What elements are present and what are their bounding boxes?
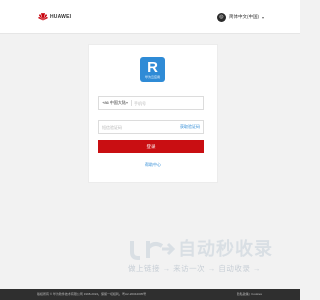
language-selector[interactable]: ◎ 简体中文(中国) ▾ xyxy=(216,12,264,22)
app-logo: R 华为云应用 xyxy=(140,57,165,82)
globe-icon: ◎ xyxy=(216,12,226,22)
watermark-logo-icon xyxy=(130,241,176,260)
huawei-logo[interactable]: HUAWEI xyxy=(38,12,71,21)
chevron-down-icon[interactable]: ▾ xyxy=(126,97,128,109)
logo-text: HUAWEI xyxy=(50,13,72,20)
watermark-slogan: 做上链接 → 来访一次 → 自动收录 → xyxy=(128,264,261,273)
sms-code-field: 获取验证码 xyxy=(98,120,204,134)
watermark: 自动秒收录 做上链接 → 来访一次 → 自动收录 → xyxy=(128,238,278,276)
get-code-link[interactable]: 获取验证码 xyxy=(180,121,200,133)
sms-code-input[interactable] xyxy=(102,121,172,133)
login-button[interactable]: 登录 xyxy=(98,140,204,153)
login-card: R 华为云应用 +86 中国大陆 ▾ 获取验证码 登录 帮助中心 xyxy=(88,44,218,183)
footer-links[interactable]: 隐私政策 | Cookies xyxy=(237,289,262,300)
chevron-down-icon: ▾ xyxy=(261,14,264,20)
phone-input[interactable] xyxy=(134,97,199,109)
top-bar: HUAWEI ◎ 简体中文(中国) ▾ xyxy=(0,0,300,34)
divider xyxy=(131,100,132,106)
app-logo-subtitle: 华为云应用 xyxy=(144,75,160,79)
app-logo-letter: R xyxy=(147,59,158,76)
footer: 版权所有 © 华为软件技术有限公司 1998-2024。保留一切权利。粤A2-2… xyxy=(0,289,300,300)
country-code-select[interactable]: +86 中国大陆 xyxy=(102,97,126,109)
footer-copyright: 版权所有 © 华为软件技术有限公司 1998-2024。保留一切权利。粤A2-2… xyxy=(37,292,147,296)
watermark-title: 自动秒收录 xyxy=(178,239,273,259)
help-center-link[interactable]: 帮助中心 xyxy=(89,162,217,168)
huawei-flower-icon xyxy=(38,13,48,21)
phone-field: +86 中国大陆 ▾ xyxy=(98,96,204,110)
language-label: 简体中文(中国) xyxy=(228,14,259,19)
